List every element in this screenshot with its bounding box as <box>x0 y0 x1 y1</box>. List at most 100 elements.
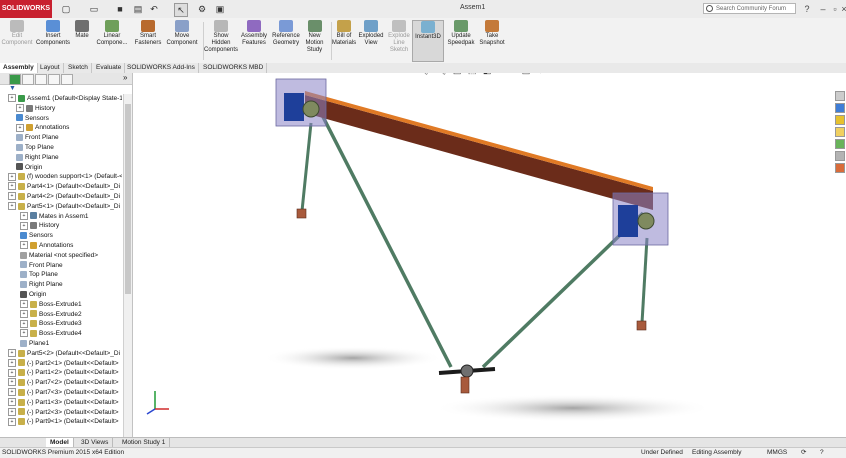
tree-item[interactable]: + History <box>16 104 55 114</box>
tree-item[interactable]: + Part4<2> (Default<<Default>_Di <box>8 192 120 202</box>
expand-toggle-icon[interactable]: + <box>8 388 16 397</box>
ribbon-button-assembly[interactable]: Assembly Features <box>239 20 269 62</box>
expand-toggle-icon[interactable]: + <box>8 94 16 103</box>
search-input[interactable]: Search Community Forum <box>703 3 796 14</box>
expand-toggle-icon[interactable]: + <box>8 378 16 387</box>
tree-item[interactable]: + (-) Part7<2> (Default<<Default> <box>8 378 119 388</box>
ribbon-button-explode[interactable]: Explode Line Sketch <box>386 20 412 62</box>
expand-toggle-icon[interactable]: + <box>20 319 28 328</box>
tree-item[interactable]: + (-) Part1<3> (Default<<Default> <box>8 398 119 408</box>
tree-item[interactable]: Sensors <box>20 231 53 241</box>
ribbon-button-update[interactable]: Update Speedpak <box>446 20 476 62</box>
tab-solidworks-add-ins[interactable]: SOLIDWORKS Add-Ins <box>124 63 199 73</box>
solidworks-logo[interactable]: SOLIDWORKS <box>0 0 52 18</box>
file-explorer-icon[interactable] <box>835 127 845 137</box>
bracket-block-right[interactable] <box>618 205 638 237</box>
tree-item[interactable]: + Part4<1> (Default<<Default>_Di <box>8 182 120 192</box>
view-palette-icon[interactable] <box>835 139 845 149</box>
tree-item[interactable]: + (f) wooden support<1> (Default-< <box>8 172 122 182</box>
feature-manager-tab-icon[interactable] <box>9 74 21 85</box>
tree-item[interactable]: Right Plane <box>20 280 63 290</box>
tab-evaluate[interactable]: Evaluate <box>93 63 126 73</box>
tree-item[interactable]: Material <not specified> <box>20 251 98 261</box>
select-icon[interactable]: ↖ <box>174 3 188 17</box>
tree-item[interactable]: + Boss-Extrude1 <box>20 300 82 310</box>
expand-toggle-icon[interactable]: + <box>20 329 28 338</box>
expand-toggle-icon[interactable]: + <box>8 192 16 201</box>
tree-item[interactable]: + (-) Part9<1> (Default<<Default> <box>8 417 119 427</box>
tree-item[interactable]: Origin <box>20 290 46 300</box>
tab-assembly[interactable]: Assembly <box>0 63 38 73</box>
expand-toggle-icon[interactable]: + <box>8 358 16 367</box>
expand-toggle-icon[interactable]: + <box>8 349 16 358</box>
expand-toggle-icon[interactable]: + <box>8 368 16 377</box>
expand-panel-icon[interactable]: » <box>123 73 127 82</box>
save-icon[interactable]: ■ <box>114 3 126 15</box>
foot-right[interactable] <box>636 320 647 331</box>
tree-item[interactable]: Top Plane <box>16 143 54 153</box>
minimize-button[interactable]: – <box>817 3 829 15</box>
tab-sketch[interactable]: Sketch <box>65 63 92 73</box>
close-button[interactable]: × <box>838 3 846 15</box>
tree-item[interactable]: + Boss-Extrude2 <box>20 309 82 320</box>
display-manager-tab-icon[interactable] <box>61 74 73 85</box>
ribbon-button-edit[interactable]: Edit Component <box>0 20 34 62</box>
expand-toggle-icon[interactable]: + <box>20 221 28 230</box>
dimxpert-tab-icon[interactable] <box>48 74 60 85</box>
expand-toggle-icon[interactable]: + <box>8 202 16 211</box>
pulley-right[interactable] <box>637 212 655 230</box>
tree-item[interactable]: Top Plane <box>20 270 58 280</box>
configuration-manager-tab-icon[interactable] <box>35 74 47 85</box>
open-file-icon[interactable]: ▭ <box>88 3 100 15</box>
undo-icon[interactable]: ↶ <box>148 3 160 15</box>
print-icon[interactable]: ▤ <box>132 3 144 15</box>
heads-up-view-toolbar[interactable]: 🔍︎ 🔍︎ ◳ ⬚ ◧ ◐ ◑ ▣ ⊕ <box>417 73 546 76</box>
foot-left[interactable] <box>296 208 307 219</box>
ribbon-button-show[interactable]: Show Hidden Components <box>204 20 238 62</box>
tree-item[interactable]: + Annotations <box>16 123 69 133</box>
expand-toggle-icon[interactable]: + <box>16 123 24 132</box>
tree-item[interactable]: + (-) Part7<3> (Default<<Default> <box>8 388 119 398</box>
tree-item[interactable]: + Mates in Assem1 <box>20 211 89 222</box>
graphics-area[interactable]: 🔍︎ 🔍︎ ◳ ⬚ ◧ ◐ ◑ ▣ ⊕ <box>133 73 846 437</box>
ribbon-button-reference[interactable]: Reference Geometry <box>271 20 301 62</box>
ribbon-button-smart[interactable]: Smart Fasteners <box>132 20 164 62</box>
tree-item[interactable]: Right Plane <box>16 153 59 163</box>
home-icon[interactable] <box>835 91 845 101</box>
ribbon-button-bill-of[interactable]: Bill of Materials <box>331 20 357 62</box>
tree-item[interactable]: + History <box>20 221 59 231</box>
ribbon-button-take[interactable]: Take Snapshot <box>478 20 506 62</box>
bottom-weight[interactable] <box>460 376 470 394</box>
scrollbar-thumb[interactable] <box>125 104 131 294</box>
tree-item[interactable]: + Part5<2> (Default<<Default>_Di <box>8 349 120 359</box>
expand-toggle-icon[interactable]: + <box>20 300 28 309</box>
expand-toggle-icon[interactable]: + <box>8 407 16 416</box>
expand-toggle-icon[interactable]: + <box>16 104 24 113</box>
tree-item[interactable]: Sensors <box>16 114 49 124</box>
tree-item[interactable]: Plane1 <box>20 339 49 349</box>
leg-rod-right[interactable] <box>640 237 649 324</box>
tab-solidworks-mbd[interactable]: SOLIDWORKS MBD <box>200 63 268 73</box>
tree-scrollbar[interactable] <box>123 94 132 437</box>
model-canvas[interactable] <box>133 73 846 437</box>
ribbon-button-mate[interactable]: Mate <box>72 20 92 62</box>
rebuild-icon[interactable]: ⚙ <box>196 3 208 15</box>
help-icon[interactable]: ? <box>801 3 813 15</box>
design-library-icon[interactable] <box>835 115 845 125</box>
bracket-block-left[interactable] <box>284 93 304 121</box>
wooden-beam-top[interactable] <box>305 91 653 191</box>
tree-item[interactable]: + Boss-Extrude3 <box>20 319 82 329</box>
ribbon-button-new[interactable]: New Motion Study <box>301 20 328 62</box>
expand-toggle-icon[interactable]: + <box>20 211 28 220</box>
tree-item[interactable]: + (-) Part2<1> (Default<<Default> <box>8 358 119 369</box>
tree-item[interactable]: + Boss-Extrude4 <box>20 329 82 339</box>
diagonal-rod-left[interactable] <box>318 110 453 368</box>
tree-item[interactable]: + Assem1 (Default<Display State-1>) <box>8 94 122 104</box>
expand-toggle-icon[interactable]: + <box>8 172 16 181</box>
wooden-beam-front[interactable] <box>305 95 653 210</box>
expand-toggle-icon[interactable]: + <box>20 241 28 250</box>
tab-layout[interactable]: Layout <box>37 63 64 73</box>
tree-item[interactable]: Front Plane <box>20 261 63 271</box>
expand-toggle-icon[interactable]: + <box>8 398 16 407</box>
new-document-icon[interactable]: ▢ <box>60 3 72 15</box>
